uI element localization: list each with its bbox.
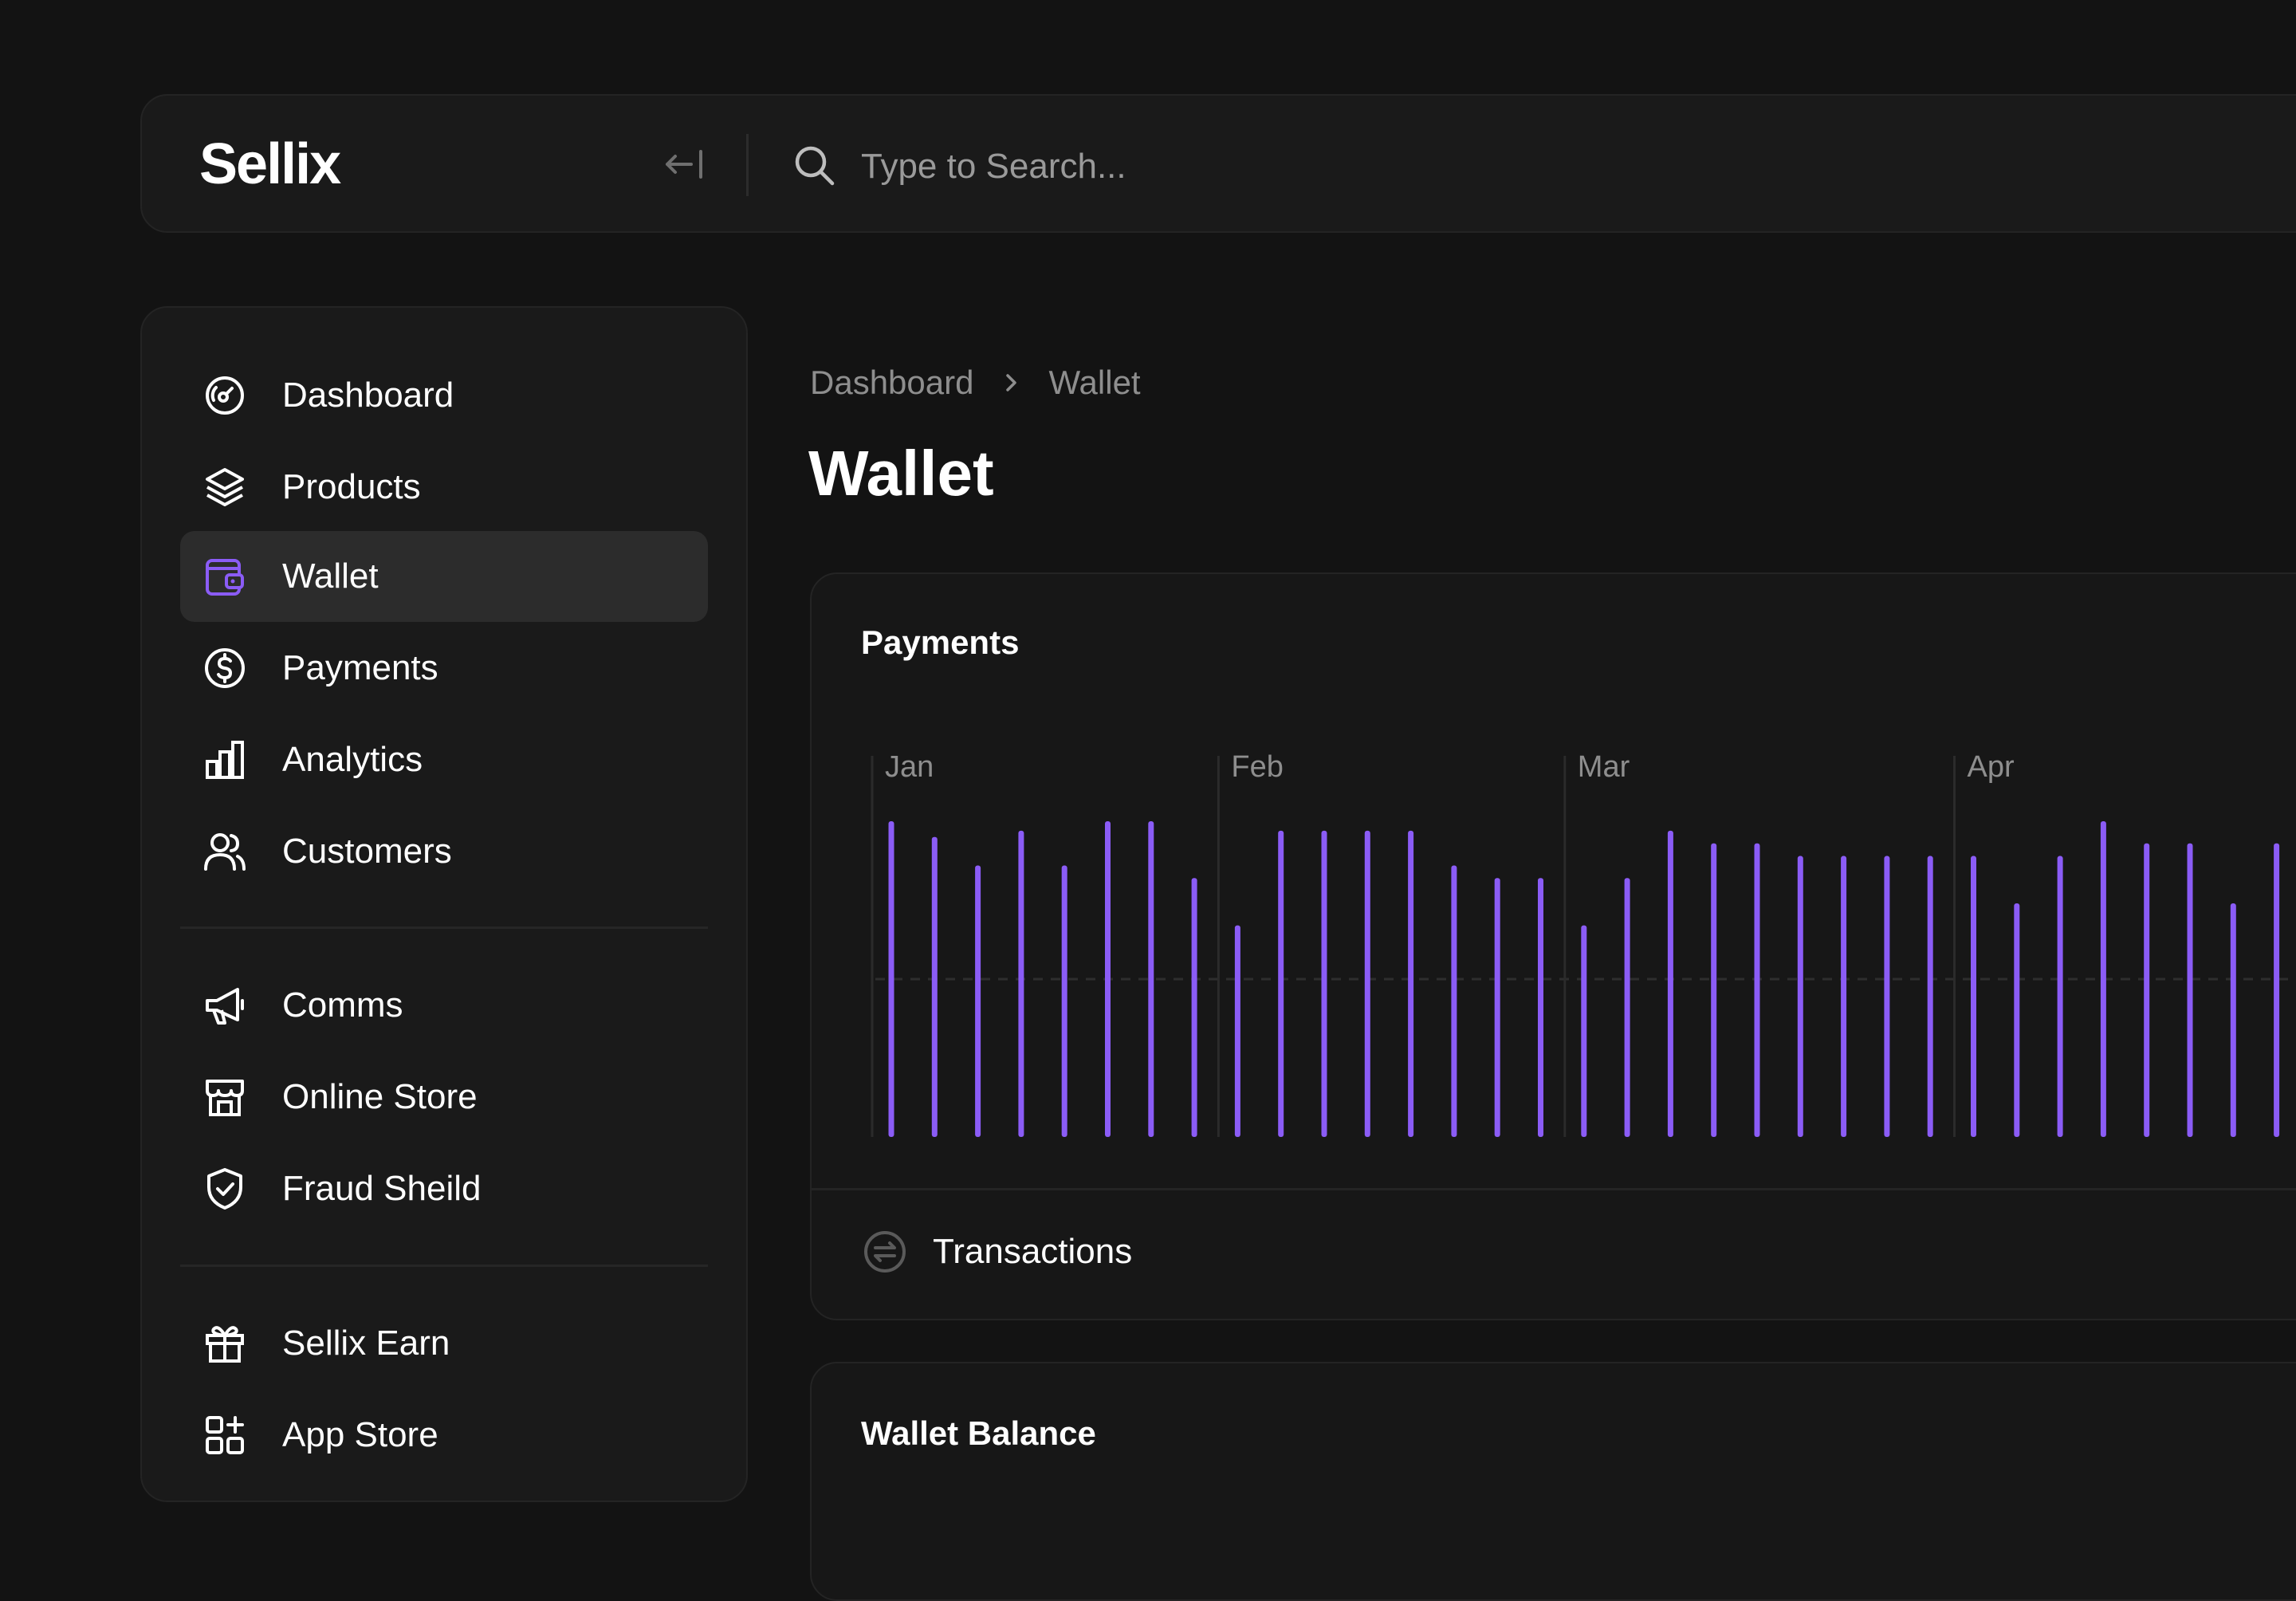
- chart-bar[interactable]: [1234, 925, 1240, 1137]
- collapse-left-icon: [666, 150, 702, 179]
- sidebar-item-sellix-earn[interactable]: Sellix Earn: [180, 1298, 708, 1389]
- megaphone-icon: [206, 988, 244, 1025]
- collapse-sidebar-button[interactable]: [659, 140, 710, 188]
- chart-bar[interactable]: [1581, 925, 1587, 1137]
- bar-chart-icon: [206, 741, 244, 779]
- sidebar-item-label: Customers: [282, 832, 452, 871]
- sidebar-item-payments[interactable]: Payments: [180, 623, 708, 714]
- payments-card: Payments Jan Feb Mar Apr Transactions: [810, 572, 2296, 1320]
- sidebar-item-wallet[interactable]: Wallet: [180, 531, 708, 622]
- users-icon: [204, 833, 246, 871]
- gauge-icon: [206, 376, 244, 415]
- chart-bar[interactable]: [1364, 830, 1370, 1137]
- month-label: Mar: [1578, 750, 1630, 784]
- chevron-right-icon: [1006, 374, 1017, 391]
- sidebar-divider: [180, 926, 708, 929]
- chart-bar[interactable]: [1884, 856, 1890, 1137]
- sidebar-item-fraud-shield[interactable]: Fraud Sheild: [180, 1143, 708, 1234]
- chart-bar[interactable]: [2274, 843, 2280, 1137]
- sidebar-item-label: Analytics: [282, 740, 423, 779]
- transactions-label: Transactions: [933, 1232, 1133, 1271]
- sidebar-item-label: Wallet: [282, 557, 379, 596]
- sidebar-item-dashboard[interactable]: Dashboard: [180, 350, 708, 441]
- store-icon: [206, 1080, 244, 1116]
- sidebar: Dashboard Products Wallet Payments Analy…: [140, 306, 748, 1502]
- chart-bar[interactable]: [1451, 865, 1457, 1137]
- page-title: Wallet: [808, 438, 994, 509]
- apps-add-icon: [206, 1416, 244, 1454]
- shield-check-icon: [207, 1168, 242, 1210]
- chart-bar[interactable]: [1278, 830, 1284, 1137]
- chart-bar[interactable]: [2014, 903, 2020, 1137]
- sidebar-item-label: Fraud Sheild: [282, 1169, 482, 1208]
- gift-icon: [206, 1326, 244, 1363]
- chart-bar[interactable]: [2100, 821, 2106, 1137]
- chart-bar[interactable]: [1191, 878, 1197, 1137]
- month-label: Feb: [1231, 750, 1283, 784]
- sidebar-item-online-store[interactable]: Online Store: [180, 1052, 708, 1143]
- chart-bar[interactable]: [2230, 903, 2236, 1137]
- chart-bar[interactable]: [1841, 856, 1847, 1137]
- sidebar-item-label: Sellix Earn: [282, 1324, 450, 1363]
- topbar-divider: [746, 134, 749, 196]
- chart-bar[interactable]: [975, 865, 981, 1137]
- search-icon: [795, 146, 835, 186]
- sidebar-item-label: Online Store: [282, 1077, 478, 1116]
- chart-bar[interactable]: [1321, 830, 1327, 1137]
- chart-bar[interactable]: [1105, 821, 1111, 1137]
- chart-bar[interactable]: [931, 836, 938, 1137]
- card-divider: [812, 1188, 2296, 1190]
- breadcrumb-item-dashboard[interactable]: Dashboard: [810, 364, 973, 402]
- month-label: Apr: [1968, 750, 2015, 784]
- sidebar-item-label: Payments: [282, 648, 438, 687]
- chart-bar[interactable]: [2144, 843, 2150, 1137]
- chart-bar[interactable]: [2187, 843, 2193, 1137]
- dollar-circle-icon: [205, 648, 245, 688]
- transfer-icon: [864, 1231, 906, 1273]
- chart-bar[interactable]: [1494, 878, 1500, 1137]
- top-bar: Sellix: [140, 94, 2296, 233]
- chart-bar[interactable]: [1927, 856, 1933, 1137]
- sidebar-item-label: App Store: [282, 1415, 438, 1454]
- sidebar-item-label: Comms: [282, 985, 403, 1025]
- sidebar-item-label: Dashboard: [282, 376, 454, 415]
- chart-bar[interactable]: [1408, 830, 1414, 1137]
- chart-bar[interactable]: [1711, 843, 1717, 1137]
- wallet-balance-title: Wallet Balance: [861, 1414, 1096, 1452]
- chart-bar[interactable]: [1754, 843, 1760, 1137]
- logo[interactable]: Sellix: [199, 132, 341, 196]
- transactions-link[interactable]: Transactions: [863, 1229, 1132, 1274]
- month-label: Jan: [885, 750, 934, 784]
- sidebar-item-comms[interactable]: Comms: [180, 960, 708, 1051]
- chart-bar[interactable]: [888, 821, 894, 1137]
- chart-bar[interactable]: [1971, 856, 1976, 1137]
- chart-bar[interactable]: [1667, 830, 1673, 1137]
- chart-bar[interactable]: [1061, 865, 1067, 1137]
- sidebar-item-customers[interactable]: Customers: [180, 806, 708, 897]
- sidebar-divider: [180, 1265, 708, 1267]
- sidebar-item-app-store[interactable]: App Store: [180, 1390, 708, 1481]
- chart-bar[interactable]: [2057, 856, 2063, 1137]
- sidebar-item-label: Products: [282, 467, 421, 506]
- breadcrumb: Dashboard Wallet: [810, 364, 1141, 402]
- breadcrumb-item-wallet[interactable]: Wallet: [1048, 364, 1140, 402]
- sidebar-item-analytics[interactable]: Analytics: [180, 714, 708, 805]
- chart-bar[interactable]: [1018, 830, 1024, 1137]
- layers-icon: [206, 468, 244, 506]
- wallet-balance-card: Wallet Balance: [810, 1362, 2296, 1601]
- payments-chart: Jan Feb Mar Apr: [871, 750, 2296, 1137]
- chart-bar[interactable]: [1538, 878, 1543, 1137]
- wallet-icon: [206, 559, 244, 596]
- search-input[interactable]: [859, 131, 2296, 203]
- chart-bar[interactable]: [1797, 856, 1803, 1137]
- chart-bar[interactable]: [1148, 821, 1154, 1137]
- sidebar-item-products[interactable]: Products: [180, 442, 708, 533]
- chart-bar[interactable]: [1624, 878, 1630, 1137]
